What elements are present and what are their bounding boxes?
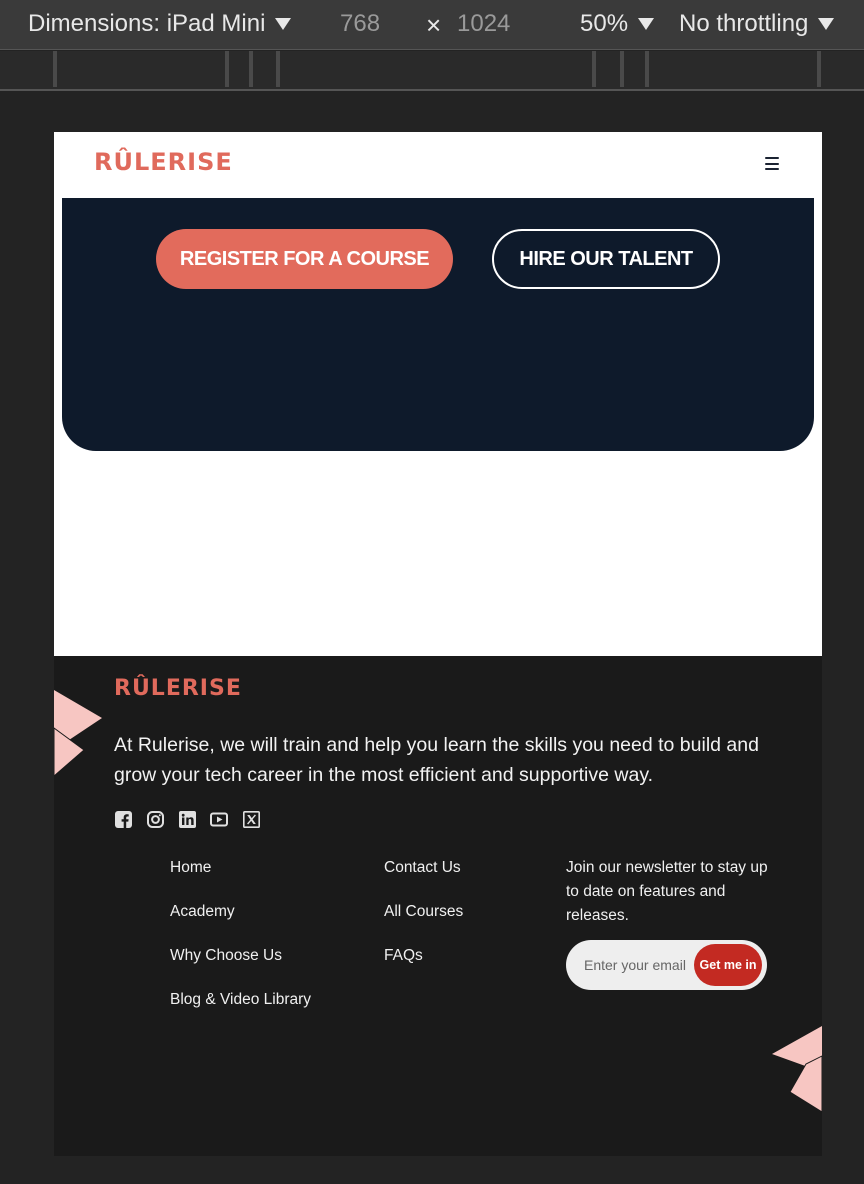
media-query-marker[interactable] <box>592 51 596 87</box>
facebook-icon[interactable] <box>114 810 132 828</box>
media-query-bar[interactable] <box>0 51 864 91</box>
media-query-marker[interactable] <box>620 51 624 87</box>
media-query-marker[interactable] <box>276 51 280 87</box>
dropdown-arrow-icon <box>638 18 655 30</box>
register-course-button[interactable]: REGISTER FOR A COURSE <box>156 229 453 289</box>
newsletter-email-input[interactable] <box>584 954 696 976</box>
newsletter-form: Get me in <box>566 940 767 990</box>
footer-link-blog[interactable]: Blog & Video Library <box>170 990 311 1034</box>
device-dimensions-select[interactable]: Dimensions: iPad Mini <box>28 10 292 38</box>
hire-talent-button[interactable]: HIRE OUR TALENT <box>492 229 720 289</box>
media-query-marker[interactable] <box>249 51 253 87</box>
zoom-select[interactable]: 50% <box>580 10 655 38</box>
footer-link-all-courses[interactable]: All Courses <box>384 902 463 946</box>
footer-links-column-2: Contact Us All Courses FAQs <box>384 858 463 990</box>
media-query-marker[interactable] <box>645 51 649 87</box>
viewport-height-input[interactable]: 1024 <box>457 10 510 38</box>
footer-link-academy[interactable]: Academy <box>170 902 311 946</box>
footer-description: At Rulerise, we will train and help you … <box>114 734 759 786</box>
hero-section: REGISTER FOR A COURSE HIRE OUR TALENT <box>62 182 814 451</box>
newsletter-text: Join our newsletter to stay up to date o… <box>566 859 768 924</box>
footer-link-home[interactable]: Home <box>170 858 311 902</box>
newsletter-submit-button[interactable]: Get me in <box>694 944 762 986</box>
site-footer: RÛLERISE At Rulerise, we will train and … <box>54 656 822 1156</box>
devtools-toolbar: Dimensions: iPad Mini 768 × 1024 50% No … <box>0 0 864 50</box>
social-links <box>114 810 260 828</box>
decorative-triangles-left <box>54 690 102 776</box>
footer-logo[interactable]: RÛLERISE <box>114 676 242 701</box>
media-query-marker[interactable] <box>817 51 821 87</box>
site-logo[interactable]: RÛLERISE <box>94 148 233 176</box>
times-icon: × <box>426 10 442 40</box>
x-twitter-icon[interactable] <box>242 810 260 828</box>
dropdown-arrow-icon <box>818 18 835 30</box>
media-query-marker[interactable] <box>225 51 229 87</box>
media-query-marker[interactable] <box>53 51 57 87</box>
device-dimensions-label: Dimensions: iPad Mini <box>28 10 266 37</box>
footer-link-contact-us[interactable]: Contact Us <box>384 858 463 902</box>
footer-link-faqs[interactable]: FAQs <box>384 946 463 990</box>
linkedin-icon[interactable] <box>178 810 196 828</box>
device-viewport: RÛLERISE REGISTER FOR A COURSE HIRE OUR … <box>54 132 822 1156</box>
footer-link-why-choose-us[interactable]: Why Choose Us <box>170 946 311 990</box>
throttling-select[interactable]: No throttling <box>679 10 835 38</box>
footer-links-column-1: Home Academy Why Choose Us Blog & Video … <box>170 858 311 1034</box>
throttling-label: No throttling <box>679 10 809 37</box>
site-header: RÛLERISE <box>54 132 822 198</box>
decorative-triangles-right <box>772 1026 822 1112</box>
instagram-icon[interactable] <box>146 810 164 828</box>
viewport-width-input[interactable]: 768 <box>340 10 380 38</box>
dropdown-arrow-icon <box>275 18 292 30</box>
youtube-icon[interactable] <box>210 810 228 828</box>
hamburger-menu-icon[interactable] <box>765 157 779 170</box>
zoom-label: 50% <box>580 10 629 37</box>
